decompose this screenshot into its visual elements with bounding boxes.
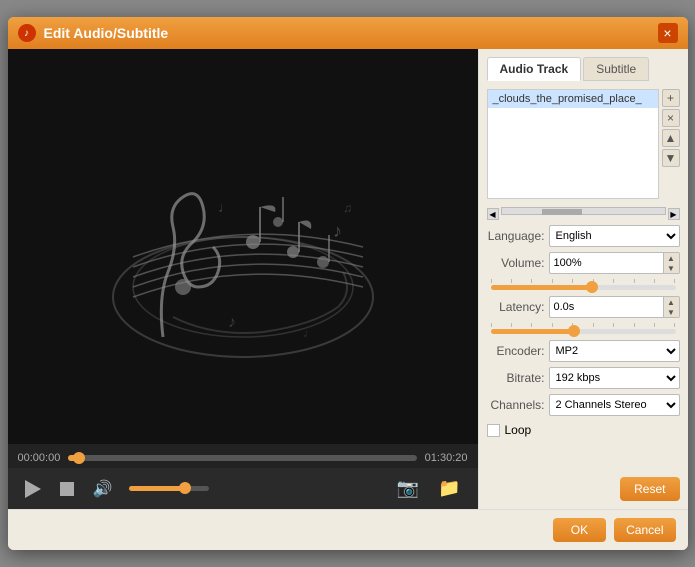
play-button[interactable] (23, 478, 43, 500)
scrollbar-track[interactable] (501, 207, 666, 215)
current-time: 00:00:00 (18, 452, 61, 464)
volume-slider[interactable] (129, 486, 209, 491)
volume-slider-row (487, 279, 680, 290)
latency-down-button[interactable]: ▼ (664, 307, 679, 317)
volume-spinner[interactable]: 100% ▲ ▼ (549, 252, 680, 274)
controls-bar: 🔊 📷 📁 (8, 468, 478, 509)
app-icon: ♪ (18, 24, 36, 42)
track-item[interactable]: _clouds_the_promised_place_ (488, 90, 658, 108)
remove-track-button[interactable]: × (662, 109, 680, 127)
title-bar: ♪ Edit Audio/Subtitle × (8, 17, 688, 49)
move-down-button[interactable]: ▼ (662, 149, 680, 167)
svg-text:♫: ♫ (343, 201, 352, 215)
progress-thumb (73, 452, 85, 464)
bottom-bar: OK Cancel (8, 509, 688, 550)
loop-label: Loop (505, 423, 532, 437)
dialog-title: Edit Audio/Subtitle (44, 25, 169, 41)
channels-select[interactable]: 2 Channels Stereo (549, 394, 680, 416)
dialog-actions: OK Cancel (553, 518, 676, 542)
folder-button[interactable]: 📁 (436, 476, 462, 501)
tab-bar: Audio Track Subtitle (487, 57, 680, 81)
ok-button[interactable]: OK (553, 518, 606, 542)
progress-slider[interactable] (68, 455, 416, 461)
channels-label: Channels: (487, 398, 545, 412)
volume-icon: 🔊 (93, 479, 113, 499)
scroll-left-button[interactable]: ◀ (487, 208, 499, 220)
track-list[interactable]: _clouds_the_promised_place_ (487, 89, 659, 199)
loop-row: Loop (487, 423, 680, 437)
volume-range-thumb (586, 281, 598, 293)
progress-bar-area: 00:00:00 01:30:20 (8, 444, 478, 468)
volume-up-button[interactable]: ▲ (664, 253, 679, 263)
scroll-right-button[interactable]: ▶ (668, 208, 680, 220)
latency-range-fill (491, 329, 574, 334)
volume-fill (129, 486, 185, 491)
language-row: Language: English (487, 225, 680, 247)
close-button[interactable]: × (658, 23, 678, 43)
language-label: Language: (487, 229, 545, 243)
total-time: 01:30:20 (425, 452, 468, 464)
camera-icon: 📷 (397, 478, 419, 499)
svg-text:♪: ♪ (333, 221, 342, 241)
edit-audio-subtitle-dialog: ♪ Edit Audio/Subtitle × (8, 17, 688, 550)
svg-text:♪: ♪ (228, 314, 236, 331)
track-actions: + × ▲ ▼ (662, 89, 680, 199)
play-icon (25, 480, 41, 498)
scrollbar-thumb (542, 209, 582, 215)
latency-label: Latency: (487, 300, 545, 314)
snapshot-button[interactable]: 📷 (395, 476, 421, 501)
right-panel: Audio Track Subtitle _clouds_the_promise… (478, 49, 688, 509)
volume-row: Volume: 100% ▲ ▼ (487, 252, 680, 274)
video-panel: ♪ ♩ ♫ ♪ ♩ 00:00:00 01:30:20 (8, 49, 478, 509)
latency-range-thumb (568, 325, 580, 337)
encoder-label: Encoder: (487, 344, 545, 358)
volume-down-button[interactable]: ▼ (664, 263, 679, 273)
latency-up-button[interactable]: ▲ (664, 297, 679, 307)
bitrate-select[interactable]: 192 kbps (549, 367, 680, 389)
volume-button[interactable]: 🔊 (91, 477, 115, 501)
stop-button[interactable] (58, 480, 76, 498)
latency-spinner-buttons: ▲ ▼ (663, 297, 679, 317)
horizontal-scrollbar[interactable]: ◀ ▶ (487, 207, 680, 221)
add-track-button[interactable]: + (662, 89, 680, 107)
music-visualization: ♪ ♩ ♫ ♪ ♩ (83, 97, 403, 397)
volume-spinner-buttons: ▲ ▼ (663, 253, 679, 273)
tab-audio-track[interactable]: Audio Track (487, 57, 582, 81)
video-display: ♪ ♩ ♫ ♪ ♩ (8, 49, 478, 444)
latency-slider-row (487, 323, 680, 334)
volume-value: 100% (554, 257, 582, 269)
volume-range-fill (491, 285, 593, 290)
move-up-button[interactable]: ▲ (662, 129, 680, 147)
bitrate-row: Bitrate: 192 kbps (487, 367, 680, 389)
track-list-container: _clouds_the_promised_place_ + × ▲ ▼ (487, 89, 680, 199)
svg-text:♩: ♩ (218, 199, 232, 215)
latency-value: 0.0s (554, 301, 575, 313)
reset-button[interactable]: Reset (620, 477, 679, 501)
tab-subtitle[interactable]: Subtitle (583, 57, 649, 81)
stop-icon (60, 482, 74, 496)
title-bar-left: ♪ Edit Audio/Subtitle (18, 24, 169, 42)
volume-thumb (179, 482, 191, 494)
svg-text:♩: ♩ (303, 326, 315, 340)
language-select[interactable]: English (549, 225, 680, 247)
bitrate-label: Bitrate: (487, 371, 545, 385)
encoder-row: Encoder: MP2 (487, 340, 680, 362)
folder-icon: 📁 (438, 478, 460, 499)
content-area: ♪ ♩ ♫ ♪ ♩ 00:00:00 01:30:20 (8, 49, 688, 509)
latency-spinner[interactable]: 0.0s ▲ ▼ (549, 296, 680, 318)
channels-row: Channels: 2 Channels Stereo (487, 394, 680, 416)
volume-label: Volume: (487, 256, 545, 270)
latency-row: Latency: 0.0s ▲ ▼ (487, 296, 680, 318)
encoder-select[interactable]: MP2 (549, 340, 680, 362)
volume-range-slider[interactable] (491, 285, 676, 290)
latency-range-slider[interactable] (491, 329, 676, 334)
cancel-button[interactable]: Cancel (614, 518, 675, 542)
loop-checkbox[interactable] (487, 424, 500, 437)
